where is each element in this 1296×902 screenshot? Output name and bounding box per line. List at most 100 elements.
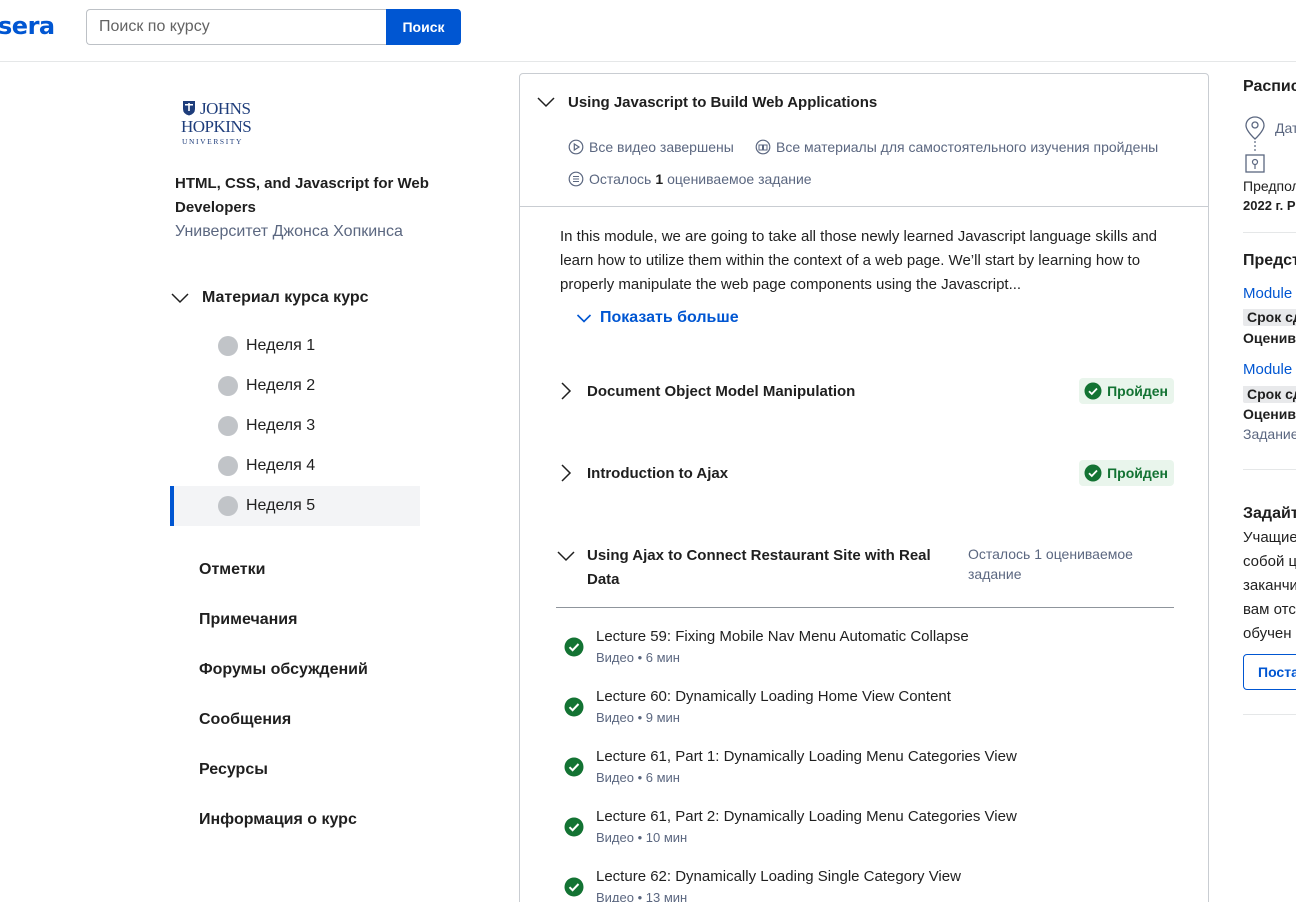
check-circle-icon bbox=[564, 877, 584, 897]
lecture-meta: Видео • 9 мин bbox=[596, 710, 680, 725]
chevron-right-icon bbox=[561, 464, 572, 482]
due-chip-label: Срок сд bbox=[1243, 309, 1296, 326]
nav-grades[interactable]: Отметки bbox=[199, 561, 265, 579]
assignment-icon bbox=[568, 171, 584, 187]
lecture-item[interactable]: Lecture 59: Fixing Mobile Nav Menu Autom… bbox=[564, 627, 1184, 671]
coursera-logo[interactable]: sera bbox=[0, 12, 55, 40]
crest-icon bbox=[183, 101, 195, 116]
course-title[interactable]: HTML, CSS, and Javascript for Web Develo… bbox=[175, 172, 435, 220]
chevron-down-icon bbox=[171, 293, 189, 304]
ask-question-button[interactable]: Поста bbox=[1243, 654, 1296, 690]
module-card: Using Javascript to Build Web Applicatio… bbox=[519, 73, 1209, 902]
show-more-button[interactable]: Показать больше bbox=[576, 309, 739, 327]
deadline-label: Предпол bbox=[1243, 178, 1296, 194]
module-link[interactable]: Module bbox=[1243, 361, 1296, 378]
sidebar-item-week-5[interactable]: Неделя 5 bbox=[170, 486, 420, 526]
lesson-row[interactable]: Document Object Model Manipulation Пройд… bbox=[556, 378, 1174, 404]
ask-text-line: вам отс bbox=[1243, 601, 1296, 618]
lecture-title: Lecture 61, Part 2: Dynamically Loading … bbox=[596, 808, 1017, 825]
book-icon bbox=[755, 139, 771, 155]
nav-course-info[interactable]: Информация о курс bbox=[199, 811, 357, 829]
graded-label: Оценив bbox=[1243, 406, 1296, 422]
module-description: In this module, we are going to take all… bbox=[560, 228, 1158, 293]
module-header: Using Javascript to Build Web Applicatio… bbox=[520, 74, 1208, 207]
week-label: Неделя 5 bbox=[246, 497, 316, 514]
chevron-down-icon bbox=[576, 314, 592, 323]
chevron-right-icon bbox=[561, 382, 572, 400]
week-label: Неделя 3 bbox=[246, 417, 316, 434]
videos-done-text: Все видео завершены bbox=[589, 139, 734, 155]
videos-status: Все видео завершены bbox=[568, 139, 734, 155]
check-circle-icon bbox=[1084, 382, 1102, 400]
lecture-title: Lecture 60: Dynamically Loading Home Vie… bbox=[596, 688, 951, 705]
progress-circle-icon bbox=[218, 336, 238, 356]
divider bbox=[1243, 714, 1296, 715]
module-toggle[interactable]: Using Javascript to Build Web Applicatio… bbox=[536, 92, 877, 112]
task-label: Задание bbox=[1243, 426, 1296, 442]
lecture-item[interactable]: Lecture 62: Dynamically Loading Single C… bbox=[564, 867, 1184, 902]
schedule-heading: Расписа bbox=[1243, 78, 1296, 95]
nav-resources[interactable]: Ресурсы bbox=[199, 761, 268, 779]
week-label: Неделя 4 bbox=[246, 457, 316, 474]
expanded-lesson[interactable]: Using Ajax to Connect Restaurant Site wi… bbox=[556, 544, 1174, 608]
logo-line-2: HOPKINS bbox=[181, 117, 252, 136]
week-label: Неделя 1 bbox=[246, 337, 316, 354]
course-material-label: Материал курса курс bbox=[202, 289, 369, 306]
lesson-remaining: Осталось 1 оцениваемое задание bbox=[968, 546, 1133, 582]
nav-messages[interactable]: Сообщения bbox=[199, 711, 291, 729]
logo-line-1: JOHNS bbox=[200, 99, 251, 118]
due-chip: Срок сд bbox=[1243, 309, 1296, 327]
lesson-row[interactable]: Introduction to Ajax Пройден bbox=[556, 460, 1174, 486]
chevron-down-icon bbox=[557, 551, 575, 562]
nav-forums[interactable]: Форумы обсуждений bbox=[199, 661, 368, 679]
lesson-title: Introduction to Ajax bbox=[587, 464, 729, 482]
readings-done-text: Все материалы для самостоятельного изуче… bbox=[776, 139, 1159, 155]
remaining-count: 1 bbox=[655, 171, 664, 187]
play-circle-icon bbox=[568, 139, 584, 155]
completed-badge: Пройден bbox=[1079, 460, 1174, 486]
lecture-title: Lecture 61, Part 1: Dynamically Loading … bbox=[596, 748, 1017, 765]
completed-badge: Пройден bbox=[1079, 378, 1174, 404]
remaining-prefix: Осталось bbox=[589, 171, 652, 187]
lecture-meta: Видео • 13 мин bbox=[596, 890, 688, 902]
lecture-meta: Видео • 10 мин bbox=[596, 830, 688, 845]
divider bbox=[1243, 469, 1296, 470]
progress-circle-icon bbox=[218, 416, 238, 436]
check-circle-icon bbox=[564, 817, 584, 837]
module-link[interactable]: Module bbox=[1243, 285, 1296, 302]
search-button[interactable]: Поиск bbox=[386, 9, 461, 45]
nav-notes[interactable]: Примечания bbox=[199, 611, 297, 629]
sidebar-item-week-3[interactable]: Неделя 3 bbox=[170, 406, 420, 446]
ask-text-line: собой ц bbox=[1243, 553, 1296, 570]
ask-text-line: обучен bbox=[1243, 625, 1292, 642]
lecture-item[interactable]: Lecture 60: Dynamically Loading Home Vie… bbox=[564, 687, 1184, 731]
sidebar-item-week-2[interactable]: Неделя 2 bbox=[170, 366, 420, 406]
week-label: Неделя 2 bbox=[246, 377, 316, 394]
ask-text-line: заканчи bbox=[1243, 577, 1296, 594]
remaining-suffix: оцениваемое задание bbox=[667, 171, 812, 187]
progress-circle-icon bbox=[218, 496, 238, 516]
lecture-item[interactable]: Lecture 61, Part 1: Dynamically Loading … bbox=[564, 747, 1184, 791]
deadline-value: 2022 г. Р bbox=[1243, 198, 1296, 213]
course-material-toggle[interactable]: Материал курса курс bbox=[170, 286, 369, 310]
course-university: Университет Джонса Хопкинса bbox=[175, 223, 403, 240]
progress-circle-icon bbox=[218, 376, 238, 396]
start-date-label: Дат bbox=[1275, 120, 1296, 136]
chevron-down-icon bbox=[537, 97, 555, 108]
sidebar-item-week-1[interactable]: Неделя 1 bbox=[170, 326, 420, 366]
divider bbox=[1243, 232, 1296, 233]
search-input[interactable] bbox=[86, 9, 387, 45]
lesson-title: Using Ajax to Connect Restaurant Site wi… bbox=[587, 547, 931, 588]
completed-label: Пройден bbox=[1107, 383, 1168, 399]
remaining-status: Осталось 1 оцениваемое задание bbox=[568, 171, 812, 187]
sidebar-item-week-4[interactable]: Неделя 4 bbox=[170, 446, 420, 486]
check-circle-icon bbox=[1084, 464, 1102, 482]
due-chip-label: Срок сд bbox=[1243, 386, 1296, 403]
ask-heading: Задайт bbox=[1243, 505, 1296, 522]
timeline-icon bbox=[1245, 116, 1265, 173]
lecture-title: Lecture 59: Fixing Mobile Nav Menu Autom… bbox=[596, 628, 969, 645]
graded-label: Оценив bbox=[1243, 330, 1296, 346]
university-logo[interactable]: JOHNS HOPKINS UNIVERSITY bbox=[180, 98, 252, 148]
lecture-item[interactable]: Lecture 61, Part 2: Dynamically Loading … bbox=[564, 807, 1184, 851]
show-more-label: Показать больше bbox=[600, 309, 739, 326]
